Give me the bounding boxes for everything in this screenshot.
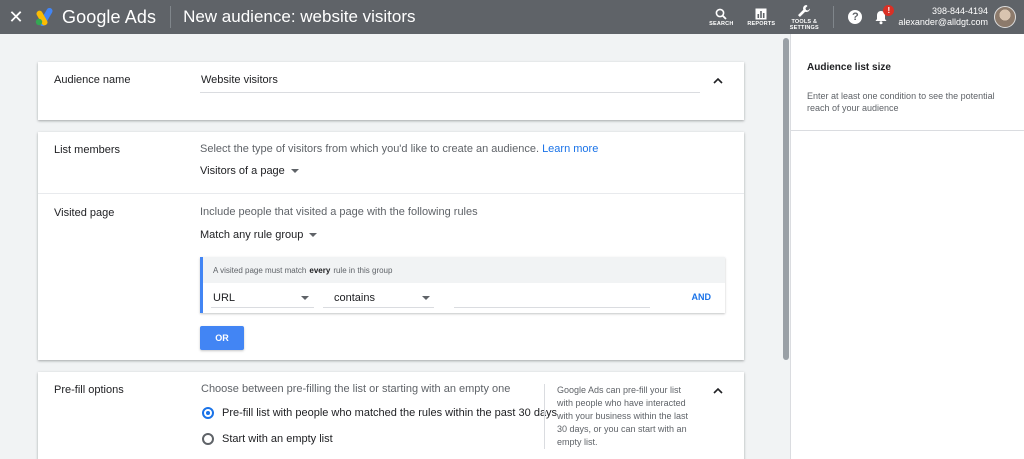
help-icon[interactable]: ?	[848, 10, 863, 24]
rule-group-header: A visited page must match every rule in …	[203, 257, 725, 283]
rule-row: URL contains AND	[203, 283, 725, 313]
empty-list-radio[interactable]	[202, 433, 214, 445]
collapse-audience-name-icon[interactable]	[713, 76, 723, 86]
page-title: New audience: website visitors	[183, 7, 416, 26]
account-email: alexander@alldgt.com	[898, 17, 988, 27]
brand-name: Google Ads	[62, 6, 157, 27]
chevron-down-icon	[290, 169, 299, 173]
panel-divider	[791, 130, 1024, 131]
visitor-type-value: Visitors of a page	[200, 165, 285, 177]
visited-page-helper: Include people that visited a page with …	[200, 206, 478, 218]
visitor-type-dropdown[interactable]: Visitors of a page	[200, 165, 299, 177]
or-button[interactable]: OR	[200, 326, 244, 350]
audience-name-input[interactable]: Website visitors	[201, 74, 701, 86]
chevron-down-icon	[301, 296, 309, 300]
scrollbar-thumb[interactable]	[783, 38, 789, 360]
rule-header-bold: every	[309, 265, 331, 275]
rule-header-text-end: rule in this group	[333, 265, 393, 275]
list-members-label: List members	[54, 144, 121, 156]
rule-field-dropdown[interactable]: URL	[213, 292, 309, 304]
wrench-icon	[798, 4, 811, 17]
audience-name-label: Audience name	[54, 74, 131, 86]
section-divider	[38, 193, 744, 194]
audience-size-title: Audience list size	[807, 62, 891, 73]
audience-name-card: Audience name Website visitors	[38, 62, 744, 120]
rule-value-underline	[454, 307, 650, 308]
rule-operator-underline	[323, 307, 434, 308]
chevron-down-icon	[422, 296, 430, 300]
and-button[interactable]: AND	[692, 292, 712, 302]
search-icon	[715, 8, 727, 20]
notifications-button[interactable]: !	[870, 5, 895, 28]
close-icon[interactable]: ✕	[0, 0, 32, 34]
google-ads-logo-icon	[35, 8, 53, 26]
empty-list-option-label[interactable]: Start with an empty list	[222, 433, 333, 445]
learn-more-link[interactable]: Learn more	[542, 143, 598, 155]
prefill-helper: Choose between pre-filling the list or s…	[201, 383, 511, 395]
reports-label: REPORTS	[747, 20, 776, 27]
rule-header-text: A visited page must match	[213, 265, 307, 275]
top-bar: ✕ Google Ads New audience: website visit…	[0, 0, 1024, 34]
topbar-actions: SEARCH REPORTS TOOLS & SETTINGS ? ! 398-…	[701, 0, 1024, 34]
prefill-note: Google Ads can pre-fill your list with p…	[544, 384, 694, 449]
audience-size-description: Enter at least one condition to see the …	[807, 91, 995, 113]
topbar-separator	[833, 6, 835, 28]
rule-field-underline	[211, 307, 314, 308]
prefill-radio[interactable]	[202, 407, 214, 419]
prefill-label: Pre-fill options	[54, 384, 124, 396]
notification-badge: !	[883, 5, 895, 16]
rule-operator-value: contains	[334, 292, 375, 304]
chevron-down-icon	[309, 233, 318, 237]
rule-value-input[interactable]	[454, 292, 650, 306]
account-id: 398-844-4194	[931, 6, 988, 16]
rule-group-match-value: Match any rule group	[200, 229, 304, 241]
tools-settings-label: TOOLS & SETTINGS	[789, 18, 819, 31]
avatar[interactable]	[994, 6, 1016, 28]
reports-icon	[755, 8, 767, 19]
rule-group: A visited page must match every rule in …	[200, 257, 725, 313]
visited-page-label: Visited page	[54, 207, 115, 219]
rule-group-match-dropdown[interactable]: Match any rule group	[200, 229, 318, 241]
rule-field-value: URL	[213, 292, 236, 304]
list-members-helper-text: Select the type of visitors from which y…	[200, 143, 539, 155]
topbar-divider	[170, 6, 172, 28]
collapse-prefill-icon[interactable]	[713, 386, 723, 396]
prefill-option-label[interactable]: Pre-fill list with people who matched th…	[222, 407, 557, 419]
rule-operator-dropdown[interactable]: contains	[334, 292, 430, 304]
list-members-helper: Select the type of visitors from which y…	[200, 143, 598, 155]
prefill-card: Pre-fill options Choose between pre-fill…	[38, 372, 744, 459]
audience-size-panel: Audience list size Enter at least one co…	[790, 34, 1024, 459]
audience-name-underline	[200, 92, 700, 93]
search-label: SEARCH	[709, 20, 734, 27]
main-content: Audience name Website visitors List memb…	[0, 34, 782, 459]
rules-card: List members Select the type of visitors…	[38, 132, 744, 360]
account-info[interactable]: 398-844-4194 alexander@alldgt.com	[898, 6, 988, 28]
google-ads-logo[interactable]: Google Ads	[34, 7, 156, 28]
search-button[interactable]: SEARCH	[701, 0, 741, 34]
tools-settings-button[interactable]: TOOLS & SETTINGS	[781, 0, 827, 34]
reports-button[interactable]: REPORTS	[741, 0, 781, 34]
